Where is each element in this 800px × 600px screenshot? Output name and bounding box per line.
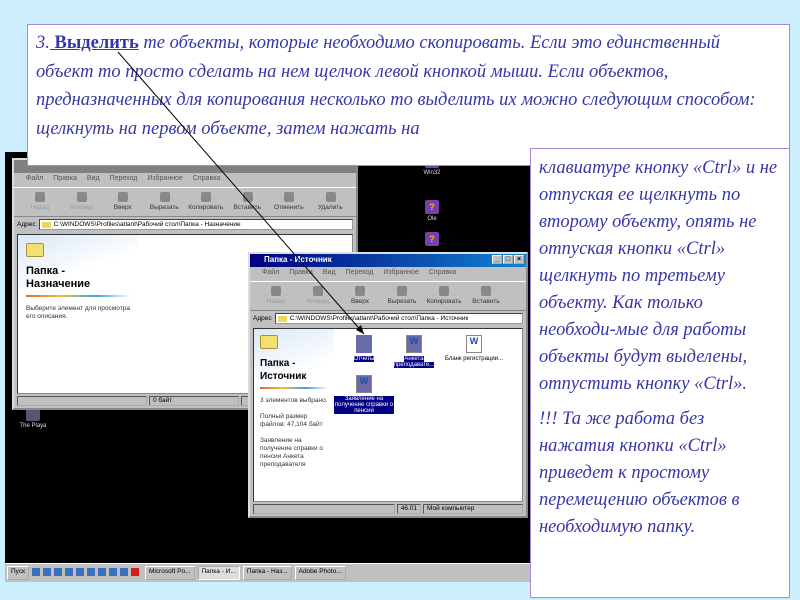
address-input[interactable]: C:\WINDOWS\Profiles\atlant\Рабочий стол\… — [274, 312, 523, 324]
toolbar: Назад Вперед Вверх Вырезать Копировать Встави… — [250, 281, 526, 311]
folder-view[interactable]: Папка - Источник 3 элементов выбрано. По… — [253, 328, 523, 502]
step-number: 3. — [36, 33, 50, 53]
file-item-anketa[interactable]: W Анкета преподавате... — [384, 335, 444, 368]
quick-launch — [31, 568, 142, 578]
close-button[interactable]: × — [514, 255, 524, 264]
info-panel: Папка - Источник 3 элементов выбрано. По… — [254, 329, 334, 501]
up-button[interactable]: Вверх — [105, 190, 141, 214]
undo-button[interactable]: Отменить — [271, 190, 307, 214]
menu-go[interactable]: Переход — [110, 175, 138, 185]
word-document-icon: W — [406, 335, 422, 353]
word-document-icon: W — [466, 335, 482, 353]
menu-help[interactable]: Справка — [429, 269, 456, 279]
desktop-icon-the-playa[interactable]: The Playa — [13, 407, 53, 429]
task-powerpoint[interactable]: Microsoft Po... — [144, 566, 195, 580]
desktop-screenshot: ?Win32 ?Ole ? The Playa ФайлПравкаВидПер… — [5, 152, 530, 582]
help-book-icon: ? — [425, 232, 439, 246]
folder-icon — [26, 243, 44, 257]
menu-view[interactable]: Вид — [323, 269, 336, 279]
status-size: 0 байт — [149, 396, 239, 406]
paste-button[interactable]: Вставить — [230, 190, 266, 214]
copy-button[interactable]: Копировать — [188, 190, 224, 214]
paste-button[interactable]: Вставить — [468, 284, 504, 308]
delete-button[interactable]: Удалить — [313, 190, 349, 214]
status-bar: 46.01 Мой компьютер — [253, 504, 523, 514]
instruction-text-right: клавиатуре кнопку «Ctrl» и не отпуская е… — [530, 148, 790, 598]
back-button[interactable]: Назад — [258, 284, 294, 308]
cut-button[interactable]: Вырезать — [384, 284, 420, 308]
window-folder-source[interactable]: Папка - Источник _ □ × Файл Правка Вид Перехо… — [248, 252, 528, 518]
toolbar: Назад Вперед Вверх Вырезать Копировать Встави… — [14, 187, 356, 217]
menu-help[interactable]: Справка — [193, 175, 220, 185]
menu-file[interactable]: Файл — [26, 175, 43, 185]
cut-button[interactable]: Вырезать — [147, 190, 183, 214]
copy-button[interactable]: Копировать — [426, 284, 462, 308]
menu-bar: Файл Правка Вид Переход Избранное Справка — [250, 267, 526, 281]
address-input[interactable]: C:\WINDOWS\Profiles\atlant\Рабочий стол\… — [38, 218, 353, 230]
start-button[interactable]: Пуск — [7, 566, 29, 580]
menu-file[interactable]: Файл — [262, 269, 279, 279]
task-photoshop[interactable]: Adobe Photo... — [294, 566, 346, 580]
menu-bar: Файл Правка Вид Переход Избранное Справка — [14, 173, 356, 187]
back-button[interactable]: Назад — [22, 190, 58, 214]
step-keyword: Выделить — [49, 33, 139, 53]
file-item-blank[interactable]: W Бланк регистрации... — [444, 335, 504, 362]
word-document-icon: W — [356, 375, 372, 393]
desktop-icon[interactable]: ? — [412, 232, 452, 248]
help-book-icon: ? — [425, 200, 439, 214]
menu-edit[interactable]: Правка — [53, 175, 77, 185]
up-button[interactable]: Вверх — [342, 284, 378, 308]
info-panel: Папка - Назначение Выберите элемент для … — [18, 235, 138, 393]
menu-view[interactable]: Вид — [87, 175, 100, 185]
file-item-zayavlenie[interactable]: W Заявление на получение справки о пенсии — [334, 375, 394, 414]
address-bar: Адрес C:\WINDOWS\Profiles\atlant\Рабочий … — [14, 217, 356, 231]
task-folder-destination[interactable]: Папка - Наз... — [242, 566, 292, 580]
menu-edit[interactable]: Правка — [289, 269, 313, 279]
task-folder-source[interactable]: Папка - И... — [197, 566, 240, 580]
maximize-button[interactable]: □ — [503, 255, 513, 264]
desktop-icon-ole[interactable]: ? Ole — [412, 200, 452, 222]
step-text: те объекты, которые необходимо скопирова… — [36, 33, 756, 139]
menu-favorites[interactable]: Избранное — [383, 269, 418, 279]
forward-button[interactable]: Вперед — [64, 190, 100, 214]
folder-icon — [260, 335, 278, 349]
address-bar: Адрес C:\WINDOWS\Profiles\atlant\Рабочий … — [250, 311, 526, 325]
minimize-button[interactable]: _ — [492, 255, 502, 264]
forward-button[interactable]: Вперед — [300, 284, 336, 308]
menu-favorites[interactable]: Избранное — [147, 175, 182, 185]
title-bar[interactable]: Папка - Источник _ □ × — [250, 254, 526, 267]
menu-go[interactable]: Переход — [346, 269, 374, 279]
instruction-text-top: 3. Выделить те объекты, которые необходи… — [27, 24, 790, 166]
taskbar: Пуск Microsoft Po... Папка - И... Папка … — [5, 563, 530, 582]
folder-icon — [356, 335, 372, 353]
